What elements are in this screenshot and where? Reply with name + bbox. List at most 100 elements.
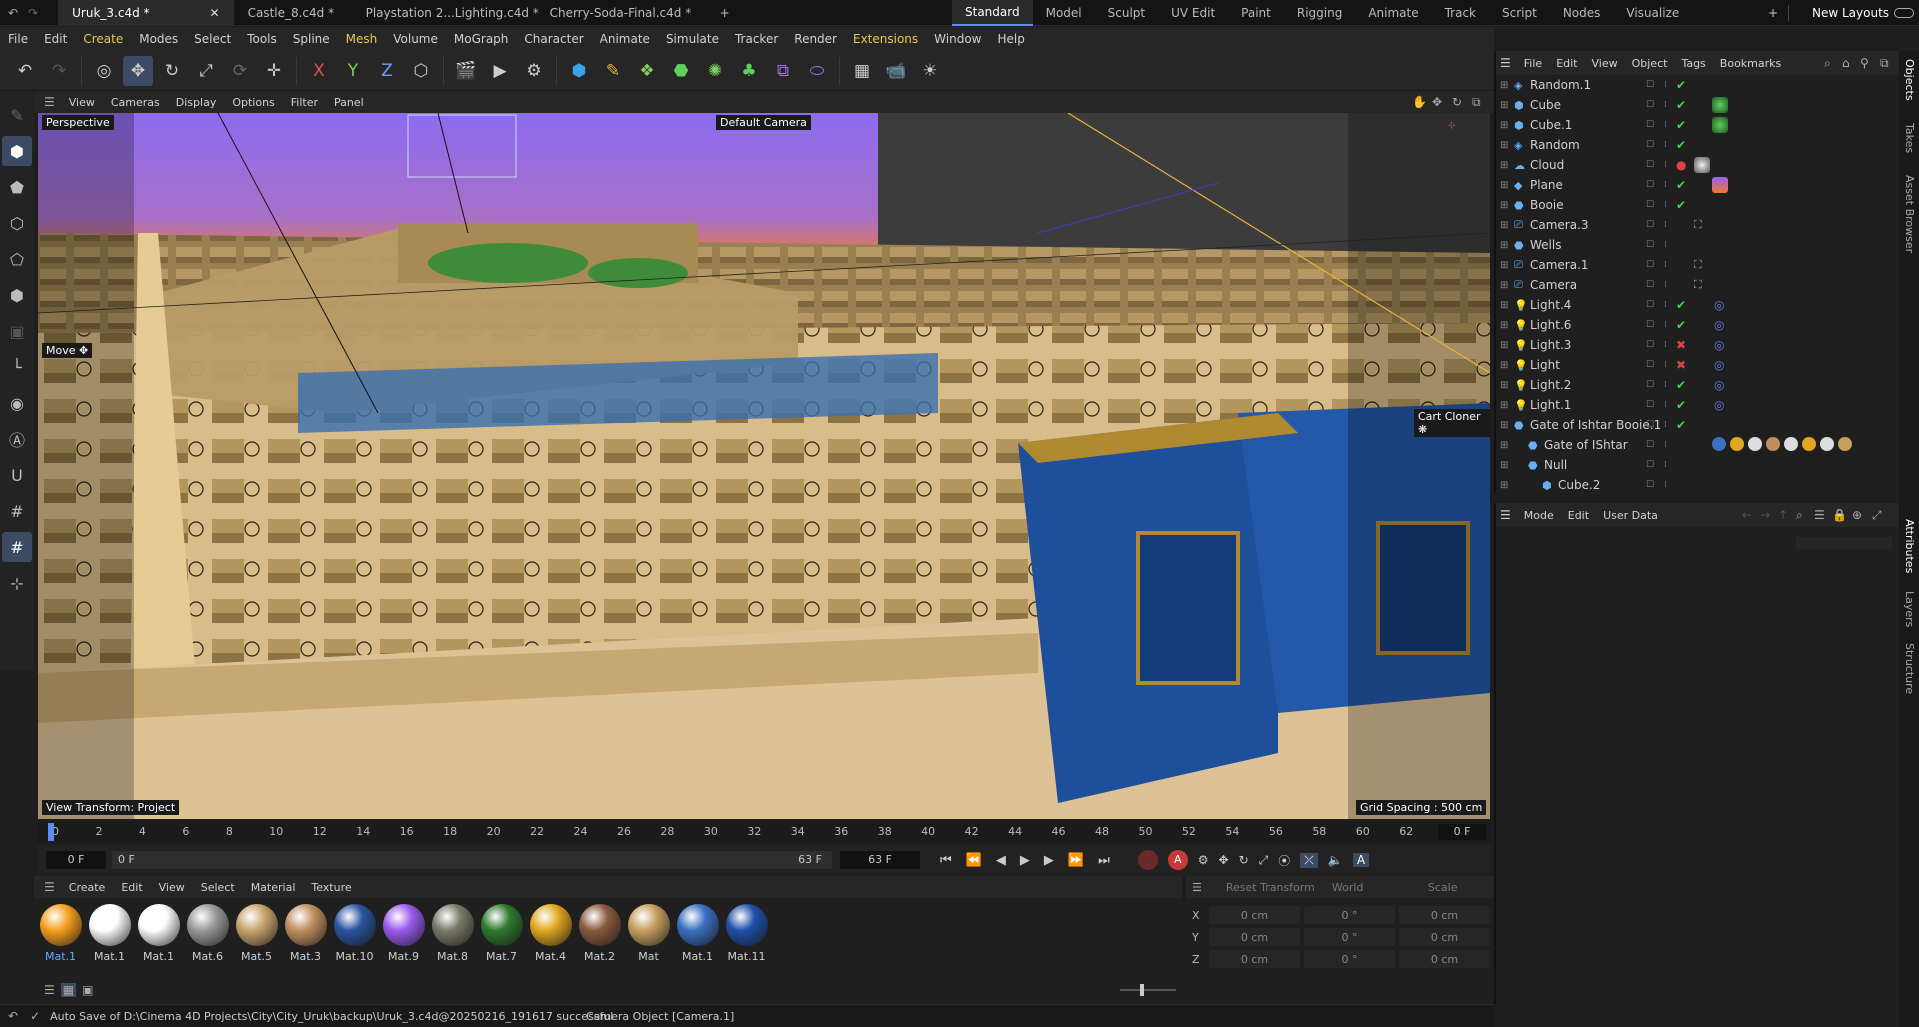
material-swatch[interactable]: Mat.4: [528, 904, 573, 963]
start-frame-field[interactable]: 0 F: [46, 851, 106, 869]
rotation-key-icon[interactable]: ↻: [1239, 853, 1249, 867]
enable-toggle[interactable]: ✔: [1676, 98, 1686, 112]
material-tag-icon[interactable]: [1820, 437, 1834, 451]
layer-icon[interactable]: ☐: [1646, 480, 1654, 490]
layer-icon[interactable]: ☐: [1646, 80, 1654, 90]
magnet-icon[interactable]: U: [2, 460, 32, 490]
menu-volume[interactable]: Volume: [385, 32, 446, 46]
object-row[interactable]: ⊞ ☁ Cloud ☐ ⁞ ●: [1496, 155, 1899, 175]
object-name[interactable]: Cube.1: [1530, 118, 1572, 132]
visibility-dots[interactable]: ⁞: [1664, 140, 1667, 150]
end-frame-field[interactable]: 63 F: [840, 851, 920, 869]
menu-animate[interactable]: Animate: [592, 32, 658, 46]
redo-icon[interactable]: ↷: [28, 6, 38, 20]
slider-handle[interactable]: [1140, 984, 1144, 996]
expand-toggle[interactable]: ⊞: [1500, 420, 1508, 431]
enable-toggle[interactable]: ●: [1676, 158, 1686, 172]
material-swatch[interactable]: Mat.11: [724, 904, 769, 963]
expand-toggle[interactable]: ⊞: [1500, 180, 1508, 191]
texture-mode-icon[interactable]: ▣: [2, 316, 32, 346]
visibility-dots[interactable]: ⁞: [1664, 80, 1667, 90]
material-tag-icon[interactable]: [1838, 437, 1852, 451]
light-tag-icon[interactable]: ◎: [1714, 378, 1724, 392]
go-to-start-icon[interactable]: ⏮: [940, 853, 952, 868]
camera-tag-icon[interactable]: ⛶: [1694, 258, 1702, 272]
coordinate-field-v3[interactable]: 0 cm: [1399, 950, 1491, 968]
visibility-dots[interactable]: ⁞: [1664, 460, 1667, 470]
sound-icon[interactable]: 🔈: [1328, 853, 1343, 867]
polygons-mode-icon[interactable]: ⬠: [2, 244, 32, 274]
visibility-dots[interactable]: ⁞: [1664, 340, 1667, 350]
uv-mode-icon[interactable]: ⬢: [2, 280, 32, 310]
visibility-dots[interactable]: ⁞: [1664, 420, 1667, 430]
object-name[interactable]: Light.1: [1530, 398, 1571, 412]
expand-toggle[interactable]: ⊞: [1500, 240, 1508, 251]
expand-icon[interactable]: ⤢: [1872, 508, 1882, 523]
new-attr-window-icon[interactable]: ⊕: [1852, 508, 1862, 522]
visibility-dots[interactable]: ⁞: [1664, 320, 1667, 330]
visibility-dots[interactable]: ⁞: [1664, 260, 1667, 270]
enable-toggle[interactable]: ✔: [1676, 378, 1686, 392]
object-row[interactable]: ⊞ 💡 Light.1 ☐ ⁞ ✔ ◎: [1496, 395, 1899, 415]
pan-icon[interactable]: ✋: [1412, 95, 1427, 109]
scale-mode-select[interactable]: Scale: [1428, 881, 1458, 894]
dolly-icon[interactable]: ✥: [1432, 95, 1442, 109]
cloner-icon[interactable]: ✺: [700, 56, 730, 86]
expand-toggle[interactable]: ⊞: [1500, 140, 1508, 151]
menu-extensions[interactable]: Extensions: [845, 32, 926, 46]
material-menu-texture[interactable]: Texture: [303, 881, 359, 894]
object-mode-icon[interactable]: ⬢: [2, 136, 32, 166]
object-name[interactable]: Random.1: [1530, 78, 1591, 92]
grid-snap-icon[interactable]: #: [2, 496, 32, 526]
next-frame-icon[interactable]: ▶: [1044, 853, 1054, 868]
light-tag-icon[interactable]: ◎: [1714, 338, 1724, 352]
solo-icon[interactable]: ◉: [2, 388, 32, 418]
layer-icon[interactable]: ☐: [1646, 420, 1654, 430]
coordinate-field-v2[interactable]: 0 °: [1303, 928, 1395, 946]
edges-mode-icon[interactable]: ⬡: [2, 208, 32, 238]
material-swatch[interactable]: Mat: [626, 904, 671, 963]
material-swatch[interactable]: Mat.3: [283, 904, 328, 963]
visibility-dots[interactable]: ⁞: [1664, 240, 1667, 250]
maximize-view-icon[interactable]: ⧉: [1472, 95, 1481, 110]
filter-icon[interactable]: ⚲: [1860, 56, 1869, 70]
record-icon[interactable]: [1137, 850, 1158, 870]
y-axis-lock-icon[interactable]: Y: [338, 56, 368, 86]
move-tool-icon[interactable]: ✥: [123, 55, 153, 86]
object-name[interactable]: Gate of Ishtar Booie.1: [1530, 418, 1661, 432]
tab-cherry-soda[interactable]: Cherry-Soda-Final.c4d *: [536, 0, 706, 26]
menu-help[interactable]: Help: [990, 32, 1033, 46]
tab-castle[interactable]: Castle_8.c4d *: [234, 0, 352, 26]
expand-toggle[interactable]: ⊞: [1500, 480, 1508, 491]
layer-icon[interactable]: ☐: [1646, 320, 1654, 330]
enable-toggle[interactable]: ✖: [1676, 358, 1686, 372]
visibility-dots[interactable]: ⁞: [1664, 360, 1667, 370]
timeline-mode-icon[interactable]: A: [1352, 853, 1370, 867]
coordinate-field-v2[interactable]: 0 °: [1303, 906, 1395, 924]
material-swatch[interactable]: Mat.5: [234, 904, 279, 963]
live-selection-icon[interactable]: ◎: [89, 56, 119, 86]
new-window-icon[interactable]: ⧉: [1880, 56, 1889, 71]
layout-rigging[interactable]: Rigging: [1284, 0, 1355, 26]
layout-nodes[interactable]: Nodes: [1550, 0, 1614, 26]
material-zoom-slider[interactable]: [1120, 984, 1176, 996]
object-row[interactable]: ⊞ ⬢ Cube.2 ☐ ⁞: [1496, 475, 1899, 495]
menu-tracker[interactable]: Tracker: [727, 32, 786, 46]
expand-toggle[interactable]: ⊞: [1500, 320, 1508, 331]
timeline-ruler[interactable]: 0 2 4 6 8 10 12 14 16 18 20 22 24 26 28 30 32 34 36 38 40 42 4…: [38, 821, 1490, 843]
material-swatch[interactable]: Mat.1: [38, 904, 83, 963]
layer-icon[interactable]: ☐: [1646, 460, 1654, 470]
large-view-icon[interactable]: ▣: [82, 983, 93, 997]
object-row[interactable]: ⊞ 💡 Light.4 ☐ ⁞ ✔ ◎: [1496, 295, 1899, 315]
layout-script[interactable]: Script: [1489, 0, 1550, 26]
previous-key-icon[interactable]: ⏪: [966, 853, 982, 868]
object-row[interactable]: ⊞ ⬢ Cube.1 ☐ ⁞ ✔: [1496, 115, 1899, 135]
enable-toggle[interactable]: ✔: [1676, 78, 1686, 92]
playhead[interactable]: [48, 823, 54, 841]
material-swatch[interactable]: Mat.2: [577, 904, 622, 963]
coordinate-field-v1[interactable]: 0 cm: [1208, 950, 1300, 968]
material-menu-icon[interactable]: ☰: [44, 880, 55, 894]
expand-toggle[interactable]: ⊞: [1500, 100, 1508, 111]
layer-icon[interactable]: ☐: [1646, 280, 1654, 290]
expand-toggle[interactable]: ⊞: [1500, 380, 1508, 391]
